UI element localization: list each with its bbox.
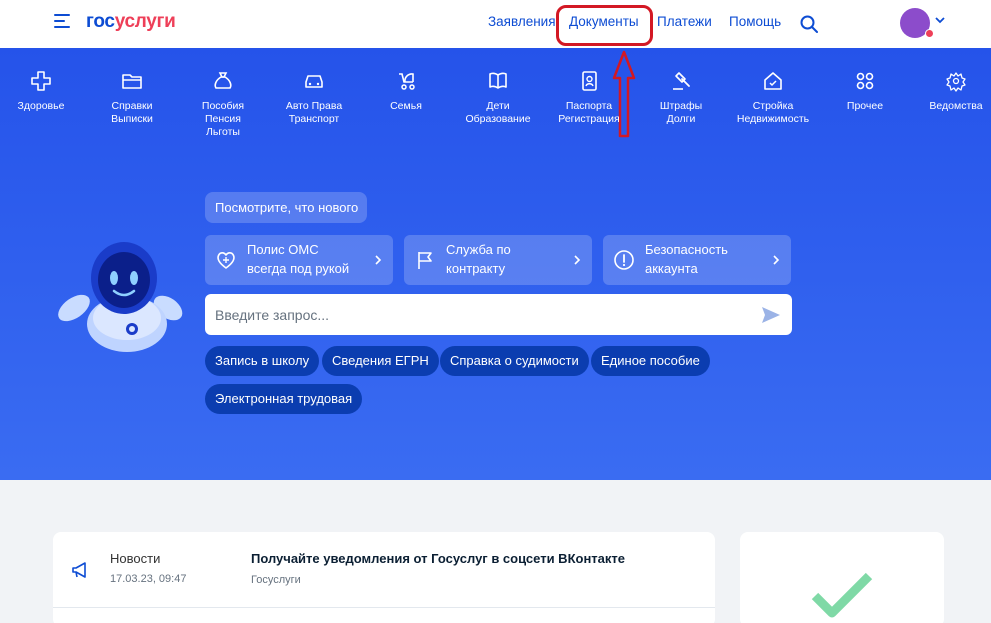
logo-part1: гос [86, 11, 115, 32]
documents-highlight-annotation [556, 5, 653, 46]
chevron-down-icon[interactable] [935, 15, 945, 25]
gosuslugi-logo[interactable]: госуслуги [86, 11, 176, 33]
category-other[interactable]: Прочее [825, 70, 905, 113]
search-icon[interactable] [800, 15, 818, 33]
promo-card-contract-service[interactable]: Служба по контракту [404, 235, 592, 285]
book-icon [489, 72, 507, 89]
notification-dot [925, 29, 934, 38]
search-box [205, 294, 792, 335]
logo-part2: услуги [114, 11, 176, 32]
category-auto[interactable]: Авто Права Транспорт [274, 70, 354, 126]
send-icon[interactable] [760, 305, 782, 325]
card-line1: Полис ОМС [247, 242, 319, 257]
nav-help[interactable]: Помощь [729, 14, 781, 29]
emblem-icon [946, 72, 966, 92]
search-input[interactable] [215, 304, 745, 326]
category-label: Пособия Пенсия Льготы [201, 100, 245, 138]
category-certificates[interactable]: Справки Выписки [92, 70, 172, 126]
whats-new-pill[interactable]: Посмотрите, что нового [205, 192, 367, 223]
nav-payments[interactable]: Платежи [657, 14, 712, 29]
health-icon [31, 71, 51, 91]
news-date: 17.03.23, 09:47 [110, 573, 187, 585]
chip-electronic-workbook[interactable]: Электронная трудовая [205, 384, 363, 414]
card-line2: контракту [446, 261, 506, 276]
chevron-right-icon [574, 255, 581, 265]
stroller-icon [399, 73, 415, 90]
house-icon [764, 72, 782, 90]
category-health[interactable]: Здоровье [1, 70, 81, 113]
passport-icon [582, 71, 597, 91]
category-label: Авто Права Транспорт [285, 100, 343, 125]
news-title-link[interactable]: Получайте уведомления от Госуслуг в соцс… [251, 551, 625, 566]
folder-icon [122, 74, 142, 89]
nav-applications[interactable]: Заявления [488, 14, 556, 29]
chip-egrn[interactable]: Сведения ЕГРН [322, 346, 439, 376]
category-family[interactable]: Семья [366, 70, 446, 113]
category-fines[interactable]: Штрафы Долги [641, 70, 721, 126]
money-bag-icon [214, 72, 232, 89]
chip-school-enrollment[interactable]: Запись в школу [205, 346, 320, 376]
category-agencies[interactable]: Ведомства [916, 70, 991, 113]
category-label: Здоровье [17, 100, 65, 112]
chip-criminal-record[interactable]: Справка о судимости [440, 346, 589, 376]
card-line2: всегда под рукой [247, 261, 350, 276]
category-realty[interactable]: Стройка Недвижимость [733, 70, 813, 126]
card-line1: Служба по [446, 242, 511, 257]
category-children[interactable]: Дети Образование [458, 70, 538, 126]
robot-mascot-image [58, 242, 183, 352]
category-label: Прочее [846, 100, 884, 112]
chip-unified-benefit[interactable]: Единое пособие [591, 346, 710, 376]
menu-icon[interactable] [54, 14, 70, 32]
news-source: Госуслуги [251, 574, 301, 586]
chevron-right-icon [375, 255, 382, 265]
grid-icon [856, 72, 874, 90]
alert-icon [614, 250, 634, 270]
news-category: Новости [110, 551, 161, 566]
gavel-icon [673, 72, 690, 90]
promo-card-account-security[interactable]: Безопасность аккаунта [603, 235, 791, 285]
category-label: Ведомства [929, 100, 983, 112]
card-line2: аккаунта [645, 261, 698, 276]
card-line1: Безопасность [645, 242, 728, 257]
car-icon [305, 75, 323, 88]
flag-icon [418, 252, 432, 269]
category-label: Паспорта Регистрация [558, 100, 620, 125]
category-label: Семья [390, 100, 422, 112]
category-label: Справки Выписки [111, 100, 153, 125]
divider [53, 607, 715, 608]
promo-card-oms[interactable]: Полис ОМС всегда под рукой [205, 235, 393, 285]
category-benefits[interactable]: Пособия Пенсия Льготы [183, 70, 263, 139]
category-label: Стройка Недвижимость [736, 100, 810, 125]
heart-icon [217, 252, 235, 269]
category-label: Дети Образование [465, 100, 531, 125]
megaphone-icon [72, 562, 86, 578]
category-label: Штрафы Долги [659, 100, 703, 125]
chevron-right-icon [773, 255, 780, 265]
top-header: госуслуги Заявления Документы Платежи По… [0, 0, 991, 48]
checkmark-icon [811, 572, 873, 618]
category-passports[interactable]: Паспорта Регистрация [549, 70, 629, 126]
